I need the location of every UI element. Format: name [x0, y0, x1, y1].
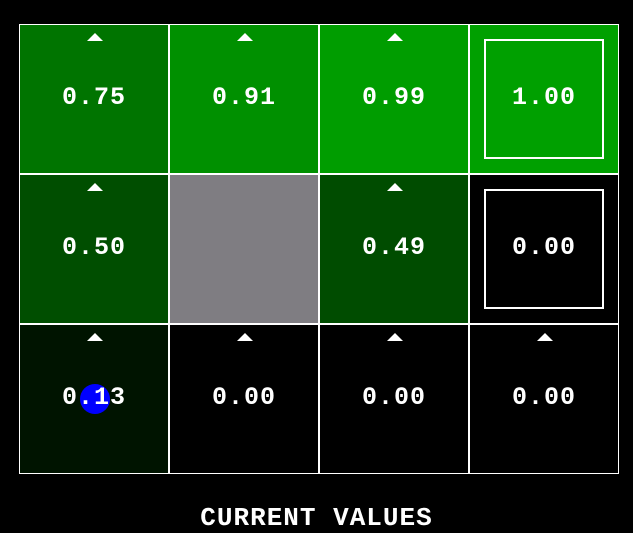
grid-cell-r2-c2: 0.00 — [319, 324, 469, 474]
grid-cell-r0-c3-terminal: 1.00 — [469, 24, 619, 174]
cell-value: 0.75 — [61, 83, 126, 112]
cell-value: 0.13 — [61, 383, 126, 412]
grid-cell-r0-c2: 0.99 — [319, 24, 469, 174]
current-values-label: CURRENT VALUES — [200, 503, 433, 533]
up-arrow-icon — [87, 333, 103, 341]
up-arrow-icon — [387, 333, 403, 341]
grid-cell-r1-c0: 0.50 — [19, 174, 169, 324]
grid-cell-r1-c1-wall — [169, 174, 319, 324]
up-arrow-icon — [387, 183, 403, 191]
cell-value: 1.00 — [511, 83, 576, 112]
cell-value: 0.50 — [61, 233, 126, 262]
cell-value: 0.00 — [211, 383, 276, 412]
grid-cell-r0-c1: 0.91 — [169, 24, 319, 174]
grid-cell-r2-c1: 0.00 — [169, 324, 319, 474]
grid-cell-r2-c3: 0.00 — [469, 324, 619, 474]
cell-value: 0.00 — [511, 383, 576, 412]
cell-value: 0.91 — [211, 83, 276, 112]
cell-value: 0.00 — [361, 383, 426, 412]
grid-cell-r1-c3-terminal: 0.00 — [469, 174, 619, 324]
up-arrow-icon — [537, 333, 553, 341]
cell-value: 0.99 — [361, 83, 426, 112]
up-arrow-icon — [387, 33, 403, 41]
cell-value: 0.49 — [361, 233, 426, 262]
grid-cell-r1-c2: 0.49 — [319, 174, 469, 324]
up-arrow-icon — [237, 333, 253, 341]
cell-value: 0.00 — [511, 233, 576, 262]
gridworld-board: 0.75 0.91 0.99 1.00 0.50 0.49 0.00 0.13 … — [19, 24, 619, 474]
grid-cell-r2-c0: 0.13 — [19, 324, 169, 474]
up-arrow-icon — [87, 33, 103, 41]
grid-cell-r0-c0: 0.75 — [19, 24, 169, 174]
up-arrow-icon — [237, 33, 253, 41]
up-arrow-icon — [87, 183, 103, 191]
